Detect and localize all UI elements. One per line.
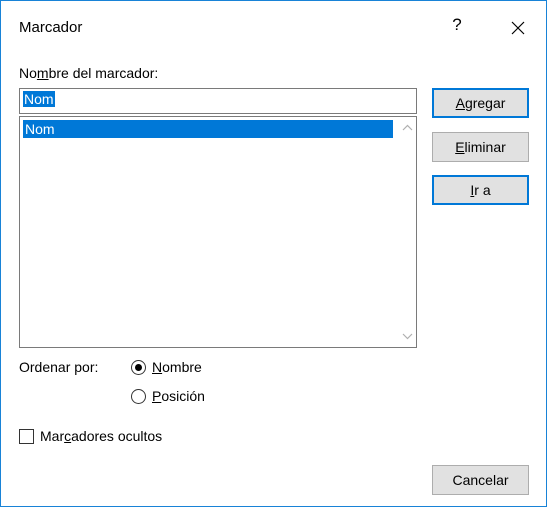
bookmark-name-label: Nombre del marcador: <box>19 65 159 81</box>
hidden-bookmarks-checkbox[interactable] <box>19 428 34 444</box>
list-scrollbar[interactable] <box>399 117 416 347</box>
chevron-down-icon <box>402 333 413 340</box>
dialog-title: Marcador <box>19 19 83 36</box>
sort-by-name-radio[interactable] <box>131 359 146 375</box>
chevron-up-icon <box>402 124 413 131</box>
bookmark-name-input[interactable]: Nom <box>19 88 417 114</box>
list-item[interactable]: Nom <box>23 120 393 138</box>
sort-by-label: Ordenar por: <box>19 359 99 375</box>
hidden-bookmarks-option[interactable]: Marcadores ocultos <box>19 426 162 446</box>
add-button[interactable]: Agregar <box>432 88 529 118</box>
scroll-down-button[interactable] <box>399 328 416 345</box>
title-bar: Marcador ? <box>1 1 546 59</box>
bookmark-list[interactable]: Nom <box>19 116 417 348</box>
cancel-button[interactable]: Cancelar <box>432 465 529 495</box>
sort-by-position-label: Posición <box>152 388 205 404</box>
close-icon <box>511 21 525 35</box>
bookmark-name-value: Nom <box>23 91 55 107</box>
close-button[interactable] <box>503 17 533 41</box>
go-to-button[interactable]: Ir a <box>432 175 529 205</box>
bookmark-dialog: Marcador ? Nombre del marcador: Nom Nom <box>0 0 547 507</box>
sort-by-name-label: Nombre <box>152 359 202 375</box>
scroll-up-button[interactable] <box>399 119 416 136</box>
help-button[interactable]: ? <box>450 15 464 35</box>
hidden-bookmarks-label: Marcadores ocultos <box>40 428 163 444</box>
delete-button[interactable]: Eliminar <box>432 132 529 162</box>
sort-by-position-radio[interactable] <box>131 388 146 404</box>
sort-by-position-option[interactable]: Posición <box>131 386 205 406</box>
sort-by-name-option[interactable]: Nombre <box>131 357 202 377</box>
